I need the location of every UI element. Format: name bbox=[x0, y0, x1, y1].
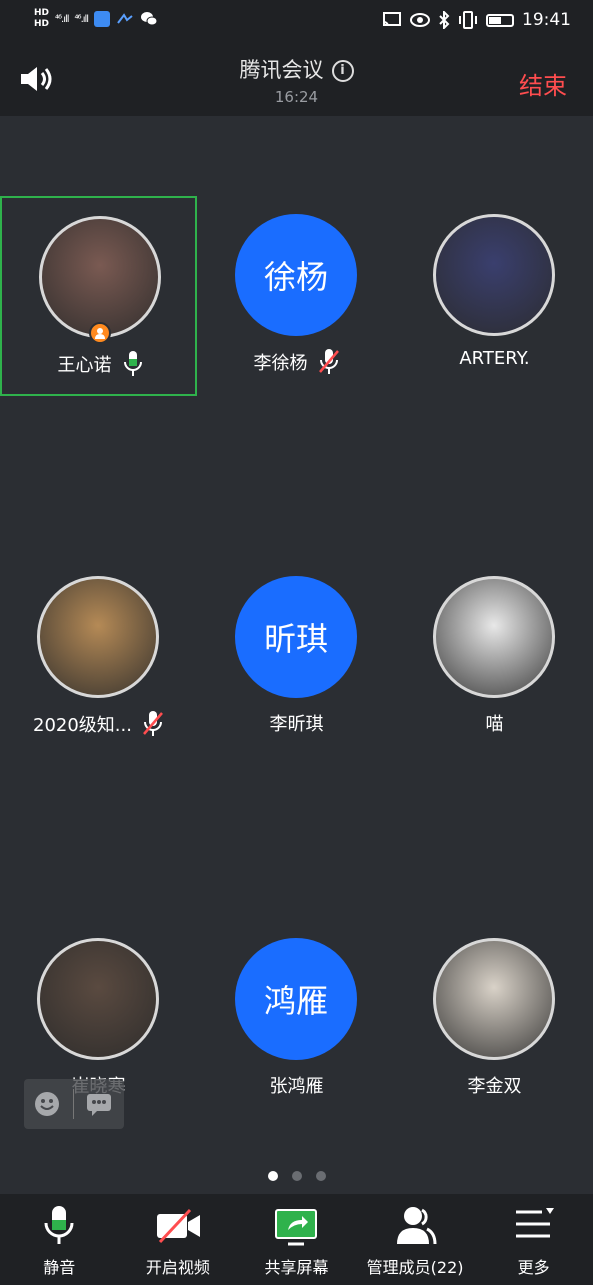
page-dot[interactable] bbox=[267, 1171, 278, 1181]
participant-name-row: ARTERY. bbox=[396, 348, 593, 369]
info-icon[interactable]: i bbox=[331, 60, 354, 82]
microphone-muted-icon bbox=[318, 349, 339, 374]
emoji-icon[interactable] bbox=[34, 1091, 60, 1117]
participant-name: 喵 bbox=[485, 714, 504, 735]
status-bar: HD HD ⁴⁶.ıll ⁴⁶.ıll 19:41 bbox=[0, 0, 593, 44]
participant-name-row: 张鸿雁 bbox=[198, 1072, 395, 1098]
participant-name: 李徐杨 bbox=[253, 353, 308, 374]
meeting-title[interactable]: 腾讯会议 bbox=[240, 58, 324, 82]
status-left: HD HD ⁴⁶.ıll ⁴⁶.ıll bbox=[34, 8, 158, 30]
chat-icon[interactable] bbox=[86, 1091, 112, 1117]
participant-name-row: 李金双 bbox=[396, 1072, 593, 1098]
page-dot[interactable] bbox=[315, 1171, 326, 1181]
signal-icon-2: ⁴⁶.ıll bbox=[74, 13, 89, 25]
battery-fill bbox=[489, 16, 501, 24]
manage-members-button[interactable]: 管理成员(22) bbox=[356, 1194, 475, 1285]
avatar bbox=[37, 576, 159, 698]
participant-name: 张鸿雁 bbox=[269, 1076, 324, 1097]
participant-name: 李金双 bbox=[467, 1076, 522, 1097]
mute-label: 静音 bbox=[43, 1258, 76, 1277]
clock: 19:41 bbox=[522, 10, 571, 30]
page-indicator[interactable] bbox=[0, 1171, 593, 1181]
vibrate-icon bbox=[459, 11, 477, 29]
avatar-initials: 徐杨 bbox=[263, 258, 328, 296]
avatar bbox=[433, 576, 555, 698]
bluetooth-icon bbox=[439, 11, 450, 29]
host-badge-icon bbox=[89, 322, 111, 344]
meeting-header: 腾讯会议 i 16:24 结束 bbox=[0, 44, 593, 116]
participant-name-row: 喵 bbox=[396, 710, 593, 736]
bottom-toolbar: 静音 开启视频 共享屏幕 管理成员(22) 更多 bbox=[0, 1194, 593, 1285]
more-menu-icon bbox=[515, 1208, 554, 1238]
avatar: 徐杨 bbox=[235, 214, 357, 336]
microphone-on-icon bbox=[123, 351, 142, 376]
avatar bbox=[37, 938, 159, 1060]
microphone-muted-icon bbox=[143, 711, 163, 736]
participant-name-row: 2020级知... bbox=[0, 710, 197, 738]
members-icon bbox=[397, 1207, 437, 1245]
hd-label-2: HD bbox=[34, 19, 50, 29]
cloud-icon bbox=[117, 13, 133, 24]
participant-name: 王心诺 bbox=[57, 355, 112, 376]
avatar: 昕琪 bbox=[235, 576, 357, 698]
hd-label-1: HD bbox=[34, 8, 50, 18]
more-label: 更多 bbox=[517, 1258, 550, 1277]
app-notification-icon bbox=[94, 11, 111, 27]
avatar bbox=[39, 216, 161, 338]
cast-icon bbox=[383, 12, 401, 27]
participant-grid: 王心诺徐杨李徐杨ARTERY.2020级知...昕琪李昕琪喵崔晓寒鸿雁张鸿雁李金… bbox=[0, 116, 593, 1191]
manage-members-label: 管理成员(22) bbox=[366, 1258, 464, 1277]
participant-tile[interactable]: 昕琪 李昕琪 bbox=[198, 558, 395, 758]
avatar-initials: 昕琪 bbox=[263, 620, 328, 658]
participant-tile[interactable]: ARTERY. bbox=[396, 196, 593, 396]
participant-tile[interactable]: 喵 bbox=[396, 558, 593, 758]
participant-tile[interactable]: 王心诺 bbox=[0, 196, 197, 396]
title-block: 腾讯会议 i 16:24 bbox=[0, 54, 593, 106]
participant-name-row: 李昕琪 bbox=[198, 710, 395, 736]
participant-name: 2020级知... bbox=[33, 715, 132, 736]
participant-tile[interactable]: 徐杨李徐杨 bbox=[198, 196, 395, 396]
avatar: 鸿雁 bbox=[235, 938, 357, 1060]
more-button[interactable]: 更多 bbox=[474, 1194, 593, 1285]
start-video-label: 开启视频 bbox=[145, 1258, 210, 1277]
battery-icon bbox=[486, 13, 514, 27]
status-right: 19:41 bbox=[382, 10, 571, 30]
hd-indicator: HD HD bbox=[34, 8, 49, 30]
participant-name: 李昕琪 bbox=[269, 714, 324, 735]
page-dot[interactable] bbox=[291, 1171, 302, 1181]
avatar bbox=[433, 938, 555, 1060]
participant-name: ARTERY. bbox=[459, 348, 530, 369]
share-screen-label: 共享屏幕 bbox=[264, 1258, 329, 1277]
participant-name-row: 李徐杨 bbox=[198, 348, 395, 376]
eye-icon bbox=[410, 13, 430, 27]
signal-icon-1: ⁴⁶.ıll bbox=[55, 13, 69, 25]
end-meeting-button[interactable]: 结束 bbox=[519, 66, 567, 101]
mute-button[interactable]: 静音 bbox=[0, 1194, 119, 1285]
share-screen-icon bbox=[275, 1209, 318, 1246]
start-video-button[interactable]: 开启视频 bbox=[119, 1194, 238, 1285]
participant-name-row: 王心诺 bbox=[2, 350, 199, 378]
chat-overlay[interactable] bbox=[24, 1079, 124, 1129]
meeting-timer: 16:24 bbox=[274, 88, 319, 106]
participant-tile[interactable]: 李金双 bbox=[396, 920, 593, 1120]
wechat-icon bbox=[141, 12, 158, 26]
video-off-icon bbox=[156, 1208, 200, 1244]
avatar bbox=[433, 214, 555, 336]
participant-tile[interactable]: 鸿雁 张鸿雁 bbox=[198, 920, 395, 1120]
avatar-initials: 鸿雁 bbox=[263, 982, 328, 1020]
microphone-icon bbox=[44, 1206, 74, 1244]
share-screen-button[interactable]: 共享屏幕 bbox=[237, 1194, 356, 1285]
participant-tile[interactable]: 2020级知... bbox=[0, 558, 197, 758]
